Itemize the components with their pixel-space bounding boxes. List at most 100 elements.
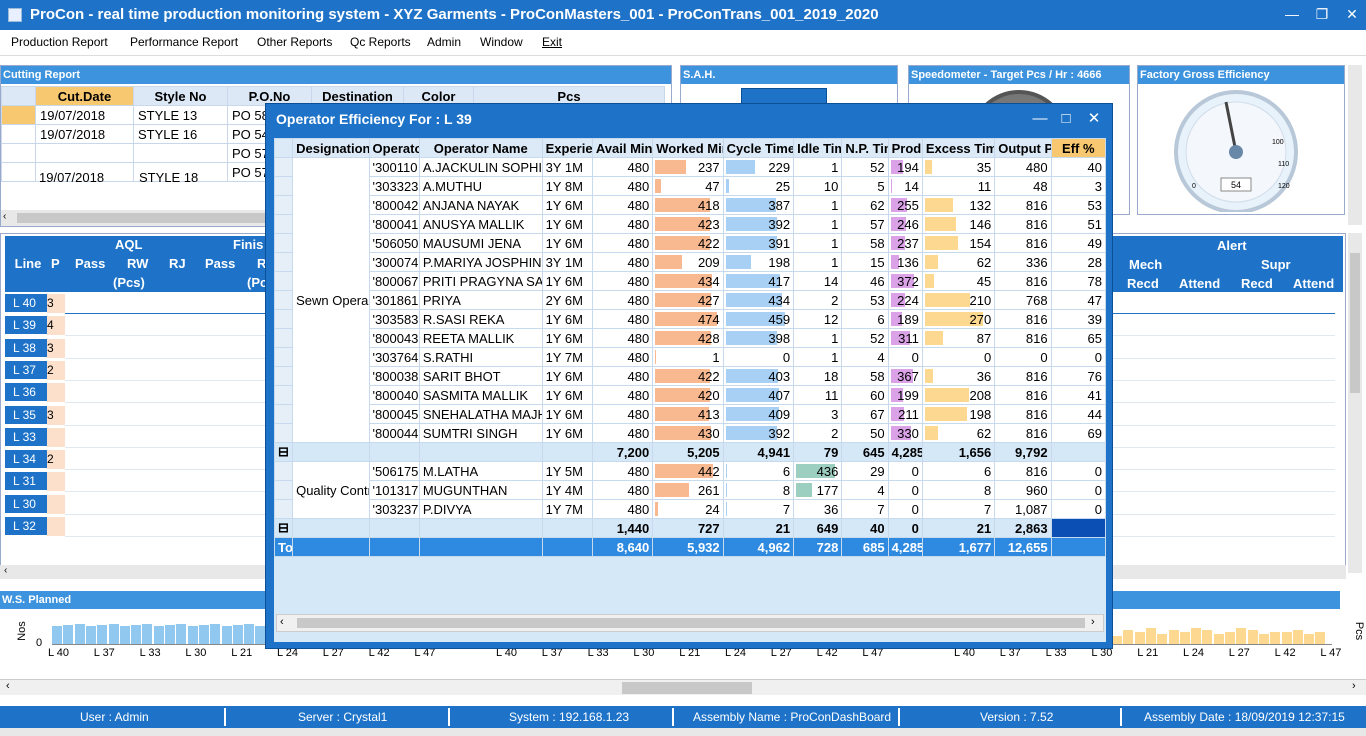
menu-admin[interactable]: Admin [427, 35, 461, 49]
col-operator-no[interactable]: Operator N [368, 138, 420, 158]
col-cycle-time[interactable]: Cycle Time [722, 138, 795, 158]
table-row[interactable]: '800042 ANJANA NAYAK 1Y 6M 480 418 387 1 62 255 1… [273, 195, 1107, 215]
dialog-minimize-button[interactable]: — [1026, 106, 1054, 132]
ws-xtick-label: L 40 [48, 647, 70, 659]
menu-window[interactable]: Window [480, 35, 523, 49]
table-row[interactable]: '800045 SNEHALATHA MAJHI 1Y 6M 480 413 409 3 67… [273, 404, 1107, 424]
table-row[interactable]: '303237 P.DIVYA 1Y 7M 480 24 7 36 7 0 7 1,087 0 [273, 499, 1107, 519]
menu-performance-report[interactable]: Performance Report [130, 35, 238, 49]
dialog-maximize-button[interactable]: □ [1052, 106, 1080, 132]
gauge-value: 54 [1231, 180, 1241, 190]
table-row[interactable]: '800043 REETA MALLIK 1Y 6M 480 428 398 1 52 311 8… [273, 328, 1107, 348]
col-experience[interactable]: Experience [541, 138, 593, 158]
line-wip-value: 2 [47, 450, 65, 470]
col-eff-pct[interactable]: Eff % [1050, 138, 1107, 158]
status-bar: User : Admin Server : Crystal1 System : … [0, 706, 1366, 728]
table-row[interactable]: '506050 MAUSUMI JENA 1Y 6M 480 422 391 1 58 237 1… [273, 233, 1107, 253]
line-label[interactable]: L 31 [5, 472, 47, 492]
line-label[interactable]: L 37 [5, 360, 47, 380]
line-label[interactable]: L 35 [5, 405, 47, 425]
value-bar [796, 483, 812, 497]
line-label[interactable]: L 30 [5, 494, 47, 514]
ws-bar [1145, 628, 1156, 644]
aql-header: AQL Finis [51, 236, 265, 254]
table-row[interactable]: Sewn Opera '300110 A.JACKULIN SOPHIA 3Y 1M 4… [273, 157, 1107, 443]
col-np-time[interactable]: N.P. Time [841, 138, 889, 158]
scroll-thumb[interactable] [622, 682, 752, 694]
scroll-left-icon[interactable]: ‹ [3, 211, 6, 222]
alert-header: Alert Mech Supr Recd Attend Recd Attend [1111, 236, 1343, 292]
group-expander-icon[interactable]: ⊟ [273, 442, 294, 462]
col-cut-date[interactable]: Cut.Date [35, 86, 134, 106]
ws-xtick-label: L 21 [231, 647, 253, 659]
designation-cell: Quality Contr [292, 461, 370, 519]
lines-vscroll[interactable] [1348, 233, 1362, 573]
col-idle-time[interactable]: Idle Time [793, 138, 843, 158]
col-produced[interactable]: Produced [887, 138, 923, 158]
ws-xtick-label: L 33 [139, 647, 161, 659]
dialog-close-button[interactable]: ✕ [1080, 106, 1108, 132]
line-label[interactable]: L 34 [5, 450, 47, 470]
table-row[interactable]: '800041 ANUSYA MALLIK 1Y 6M 480 423 392 1 57 246… [273, 214, 1107, 234]
line-label[interactable]: L 39 [5, 316, 47, 336]
value-bar [924, 426, 939, 440]
row-header-corner [1, 86, 36, 106]
scroll-thumb[interactable] [297, 618, 1085, 628]
col-output-pcs[interactable]: Output Pcs [994, 138, 1052, 158]
line-label[interactable]: L 38 [5, 338, 47, 358]
table-row[interactable]: '800067PRITI PRAGYNA SAHU1Y 6M4804344171… [273, 271, 1107, 291]
ws-bar [1292, 630, 1303, 644]
col-avail-mins[interactable]: Avail Mins [591, 138, 654, 158]
table-row[interactable]: Quality Contr '506175 M.LATHA 1Y 5M 480 442 6 4… [273, 461, 1107, 519]
cutting-report-title: Cutting Report [1, 66, 671, 84]
operator-grid: Designation Operator N Operator Name Exp… [273, 138, 1107, 557]
line-label[interactable]: L 40 [5, 294, 47, 313]
ws-bar [1315, 632, 1326, 644]
svg-text:100: 100 [1272, 139, 1284, 146]
table-row[interactable]: '303764 S.RATHI 1Y 7M 480 1 0 1 4 0 0 0 0 [273, 347, 1107, 367]
menu-other-reports[interactable]: Other Reports [257, 35, 332, 49]
value-bar [924, 217, 957, 231]
line-wip-value [47, 383, 65, 403]
col-operator-name[interactable]: Operator Name [418, 138, 543, 158]
table-row[interactable]: '800044 SUMTRI SINGH 1Y 6M 480 430 392 2 50 330 6… [273, 423, 1107, 443]
ws-bar [198, 625, 209, 644]
table-row[interactable]: '800038 SARIT BHOT 1Y 6M 480 422 403 18 58 367 36… [273, 366, 1107, 386]
value-bar [924, 369, 933, 383]
main-hscroll[interactable]: ‹ › [0, 679, 1366, 695]
scroll-left-icon[interactable]: ‹ [6, 680, 10, 692]
top-right-vscroll[interactable] [1348, 65, 1362, 225]
table-row[interactable]: '101317 MUGUNTHAN 1Y 4M 480 261 8 177 4 0 8 960 0 [273, 480, 1107, 500]
dialog-client: Designation Operator N Operator Name Exp… [273, 138, 1107, 642]
scroll-thumb[interactable] [17, 213, 267, 223]
close-button[interactable]: ✕ [1332, 0, 1366, 30]
value-bar [655, 483, 690, 497]
table-row[interactable]: '303323 A.MUTHU 1Y 8M 480 47 25 10 5 14 11 48 3 [273, 176, 1107, 196]
col-designation[interactable]: Designation [292, 138, 370, 158]
line-label[interactable]: L 32 [5, 517, 47, 536]
ws-bar [165, 625, 175, 644]
line-label[interactable]: L 36 [5, 383, 47, 403]
col-style-no[interactable]: Style No [133, 86, 228, 106]
group-expander-icon[interactable]: To [273, 537, 294, 557]
ws-bar [1134, 632, 1145, 644]
scroll-right-icon[interactable]: › [1091, 616, 1095, 628]
col-worked-mins[interactable]: Worked Mins [652, 138, 724, 158]
group-expander-icon[interactable]: ⊟ [273, 518, 294, 538]
table-row[interactable]: '800040 SASMITA MALLIK 1Y 6M 480 420 407 11 60 1… [273, 385, 1107, 405]
dialog-hscroll[interactable]: ‹ › [276, 614, 1104, 632]
col-excess-time[interactable]: Excess Time [921, 138, 996, 158]
table-row[interactable]: '301861 PRIYA 2Y 6M 480 427 434 2 53 224 210 768 47 [273, 290, 1107, 310]
line-label[interactable]: L 33 [5, 427, 47, 447]
menu-qc-reports[interactable]: Qc Reports [350, 35, 411, 49]
menu-production-report[interactable]: Production Report [11, 35, 108, 49]
ws-bars-left [52, 617, 267, 645]
ws-xtick-label: L 21 [1137, 647, 1159, 659]
scroll-left-icon[interactable]: ‹ [280, 616, 284, 628]
menu-exit[interactable]: Exit [542, 35, 562, 49]
scroll-left-icon[interactable]: ‹ [4, 565, 7, 576]
scroll-right-icon[interactable]: › [1352, 680, 1356, 692]
table-row[interactable]: '300074 P.MARIYA JOSPHINE 3Y 1M 480 209 198 1 1… [273, 252, 1107, 272]
table-row[interactable]: '303583 R.SASI REKA 1Y 6M 480 474 459 12 6 189 27… [273, 309, 1107, 329]
cut-date-cell: 19/07/2018 [39, 170, 105, 185]
